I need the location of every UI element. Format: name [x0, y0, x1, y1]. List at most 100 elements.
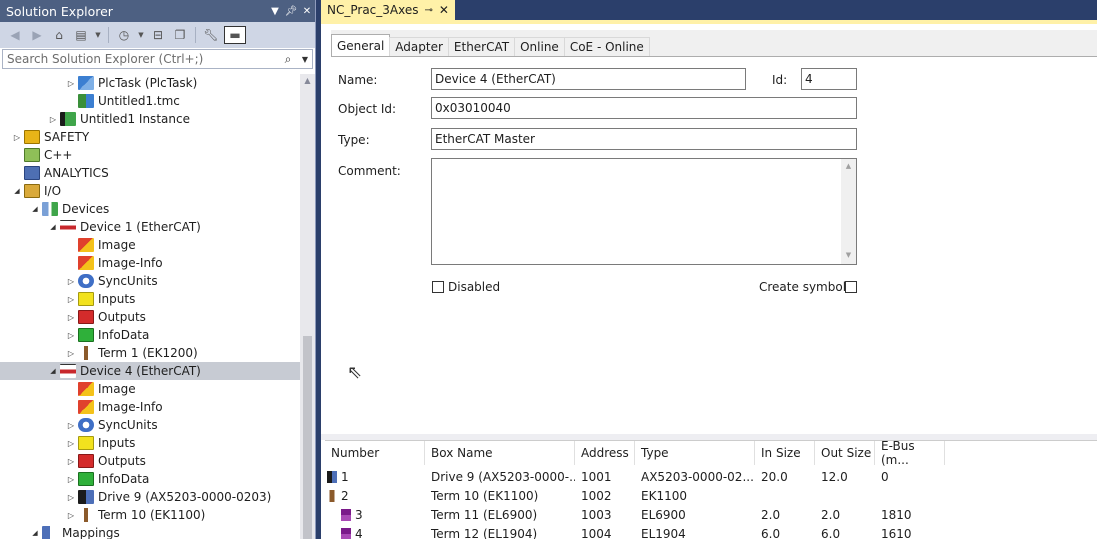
window-position-dropdown-icon[interactable]: ▼ — [267, 6, 283, 17]
type-field[interactable]: EtherCAT Master — [431, 128, 857, 150]
auto-hide-pin-icon[interactable]: 📌︎ — [283, 6, 299, 17]
disabled-checkbox[interactable] — [432, 281, 444, 293]
column-header-number[interactable]: Number — [325, 441, 425, 465]
collapse-arrow-icon[interactable]: ◢ — [28, 200, 42, 218]
tree-node[interactable]: ▷ PlcTask (PlcTask) — [0, 74, 300, 92]
pending-changes-filter-icon[interactable]: ◷ — [115, 26, 133, 44]
expand-arrow-icon[interactable]: ▷ — [64, 272, 78, 290]
collapse-all-icon[interactable]: ⊟ — [149, 26, 167, 44]
tree-node[interactable]: ◢ Devices — [0, 200, 300, 218]
tree-node[interactable]: ANALYTICS — [0, 164, 300, 182]
tree-node[interactable]: ▷ Outputs — [0, 452, 300, 470]
tree-node[interactable]: ▷ Term 10 (EK1100) — [0, 506, 300, 524]
expand-arrow-icon[interactable]: ▷ — [64, 470, 78, 488]
expand-arrow-icon[interactable]: ▷ — [64, 290, 78, 308]
tree-node[interactable]: Image — [0, 380, 300, 398]
expand-arrow-icon[interactable]: ▷ — [10, 128, 24, 146]
table-row[interactable]: 4 Term 12 (EL1904) 1004 EL1904 6.0 6.0 1610 — [325, 524, 1097, 539]
column-header-out-size[interactable]: Out Size — [815, 441, 875, 465]
switch-views-icon[interactable]: ▤ — [72, 26, 90, 44]
document-tab[interactable]: NC_Prac_3Axes ⊸ ✕ — [321, 0, 455, 20]
switch-views-dropdown-icon[interactable]: ▼ — [94, 26, 102, 44]
search-options-dropdown-icon[interactable]: ▼ — [298, 55, 312, 64]
tree-node-label: Drive 9 (AX5203-0000-0203) — [98, 490, 272, 504]
table-row[interactable]: 1 Drive 9 (AX5203-0000-... 1001 AX5203-0000… — [325, 467, 1097, 486]
tree-node[interactable]: ◢ I/O — [0, 182, 300, 200]
tree-node[interactable]: ▷ InfoData — [0, 326, 300, 344]
tree-node[interactable]: ▷ Inputs — [0, 290, 300, 308]
column-header-box-name[interactable]: Box Name — [425, 441, 575, 465]
name-field[interactable]: Device 4 (EtherCAT) — [431, 68, 746, 90]
tree-node[interactable]: ▷ Drive 9 (AX5203-0000-0203) — [0, 488, 300, 506]
properties-wrench-icon[interactable]: 🔧︎ — [202, 26, 220, 44]
tree-node[interactable]: C++ — [0, 146, 300, 164]
object-id-field[interactable]: 0x03010040 — [431, 97, 857, 119]
tree-node[interactable]: ▷ SAFETY — [0, 128, 300, 146]
forward-icon[interactable]: ▶ — [28, 26, 46, 44]
tree-node[interactable]: Image-Info — [0, 398, 300, 416]
collapse-arrow-icon[interactable]: ◢ — [46, 218, 60, 236]
filter-dropdown-icon[interactable]: ▼ — [137, 26, 145, 44]
expand-arrow-icon[interactable]: ▷ — [46, 110, 60, 128]
column-header-address[interactable]: Address — [575, 441, 635, 465]
comment-scroll-up-icon[interactable]: ▲ — [841, 162, 856, 170]
back-icon[interactable]: ◀ — [6, 26, 24, 44]
comment-field[interactable] — [431, 158, 857, 265]
tree-node[interactable]: ◢ Mappings — [0, 524, 300, 539]
collapse-arrow-icon[interactable]: ◢ — [28, 524, 42, 539]
solution-explorer-search-box[interactable]: Search Solution Explorer (Ctrl+;) ⌕ ▼ — [2, 49, 313, 69]
comment-scroll-down-icon[interactable]: ▼ — [841, 251, 856, 259]
tab-coe-online[interactable]: CoE - Online — [563, 37, 650, 56]
ethercat-device-icon — [60, 364, 76, 378]
column-header-type[interactable]: Type — [635, 441, 755, 465]
tab-adapter[interactable]: Adapter — [389, 37, 449, 56]
tree-node[interactable]: ▷ Term 1 (EK1200) — [0, 344, 300, 362]
table-cell-box-name: Term 12 (EL1904) — [431, 526, 538, 539]
tree-node[interactable]: Untitled1.tmc — [0, 92, 300, 110]
tree-node[interactable]: ▷ SyncUnits — [0, 272, 300, 290]
expand-arrow-icon[interactable]: ▷ — [64, 488, 78, 506]
tree-node[interactable]: ◢ Device 4 (EtherCAT) — [0, 362, 300, 380]
close-icon[interactable]: ✕ — [299, 6, 315, 17]
tree-node[interactable]: ▷ Outputs — [0, 308, 300, 326]
close-tab-icon[interactable]: ✕ — [439, 3, 449, 17]
home-icon[interactable]: ⌂ — [50, 26, 68, 44]
tab-general[interactable]: General — [331, 34, 391, 56]
expand-arrow-icon[interactable]: ▷ — [64, 74, 78, 92]
expand-arrow-icon[interactable]: ▷ — [64, 434, 78, 452]
tree-vertical-scrollbar[interactable]: ▲ — [300, 74, 315, 539]
comment-scrollbar[interactable]: ▲ ▼ — [841, 159, 856, 264]
table-row[interactable]: 3 Term 11 (EL6900) 1003 EL6900 2.0 2.0 1810 — [325, 505, 1097, 524]
show-all-files-icon[interactable]: ❐ — [171, 26, 189, 44]
column-header-in-size[interactable]: In Size — [755, 441, 815, 465]
preview-selected-items-icon[interactable]: ▬ — [224, 25, 246, 44]
tree-node[interactable]: ▷ Untitled1 Instance — [0, 110, 300, 128]
expand-arrow-icon[interactable]: ▷ — [64, 344, 78, 362]
table-row[interactable]: 2 Term 10 (EK1100) 1002 EK1100 — [325, 486, 1097, 505]
collapse-arrow-icon[interactable]: ◢ — [46, 362, 60, 380]
expand-arrow-icon[interactable]: ▷ — [64, 416, 78, 434]
expand-arrow-icon[interactable]: ▷ — [64, 452, 78, 470]
tree-node-label: I/O — [44, 184, 62, 198]
create-symbols-checkbox[interactable] — [845, 281, 857, 293]
tree-node[interactable]: Image-Info — [0, 254, 300, 272]
collapse-arrow-icon[interactable]: ◢ — [10, 182, 24, 200]
scroll-up-icon[interactable]: ▲ — [300, 76, 315, 85]
column-header-ebus[interactable]: E-Bus (m... — [875, 439, 945, 467]
tree-node[interactable]: ◢ Device 1 (EtherCAT) — [0, 218, 300, 236]
expand-arrow-icon[interactable]: ▷ — [64, 326, 78, 344]
search-icon[interactable]: ⌕ — [278, 52, 298, 67]
tab-online[interactable]: Online — [514, 37, 565, 56]
tree-node[interactable]: ▷ InfoData — [0, 470, 300, 488]
pin-tab-icon[interactable]: ⊸ — [424, 5, 432, 16]
id-field[interactable]: 4 — [801, 68, 857, 90]
tree-node[interactable]: ▷ Inputs — [0, 434, 300, 452]
tree-node[interactable]: Image — [0, 236, 300, 254]
scrollbar-thumb[interactable] — [303, 336, 312, 539]
expand-arrow-icon[interactable]: ▷ — [64, 506, 78, 524]
table-cell-type: EK1100 — [641, 488, 687, 503]
search-input[interactable]: Search Solution Explorer (Ctrl+;) — [7, 52, 278, 66]
expand-arrow-icon[interactable]: ▷ — [64, 308, 78, 326]
tab-ethercat[interactable]: EtherCAT — [447, 37, 516, 56]
tree-node[interactable]: ▷ SyncUnits — [0, 416, 300, 434]
